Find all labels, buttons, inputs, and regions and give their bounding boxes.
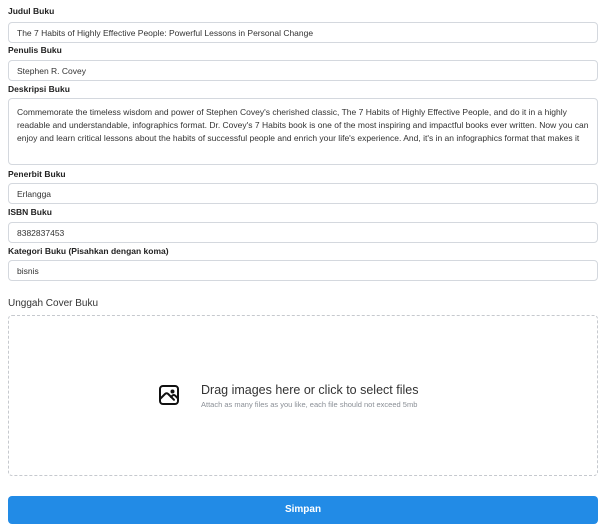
author-input[interactable]: Stephen R. Covey <box>8 60 598 81</box>
upload-cover-label: Unggah Cover Buku <box>8 298 99 309</box>
author-label: Penulis Buku <box>8 45 62 55</box>
cover-dropzone[interactable]: Drag images here or click to select file… <box>8 315 598 476</box>
isbn-input[interactable]: 8382837453 <box>8 222 598 243</box>
title-label: Judul Buku <box>8 6 55 16</box>
title-input[interactable]: The 7 Habits of Highly Effective People:… <box>8 22 598 43</box>
description-textarea[interactable]: Commemorate the timeless wisdom and powe… <box>8 98 598 165</box>
category-label: Kategori Buku (Pisahkan dengan koma) <box>8 246 169 256</box>
publisher-input[interactable]: Erlangga <box>8 183 598 204</box>
dropzone-subtitle: Attach as many files as you like, each f… <box>201 400 418 409</box>
category-input[interactable]: bisnis <box>8 260 598 281</box>
publisher-label: Penerbit Buku <box>8 169 66 179</box>
photo-icon <box>157 383 181 407</box>
save-button[interactable]: Simpan <box>8 496 598 524</box>
dropzone-title: Drag images here or click to select file… <box>201 383 419 397</box>
isbn-label: ISBN Buku <box>8 207 52 217</box>
description-label: Deskripsi Buku <box>8 84 70 94</box>
